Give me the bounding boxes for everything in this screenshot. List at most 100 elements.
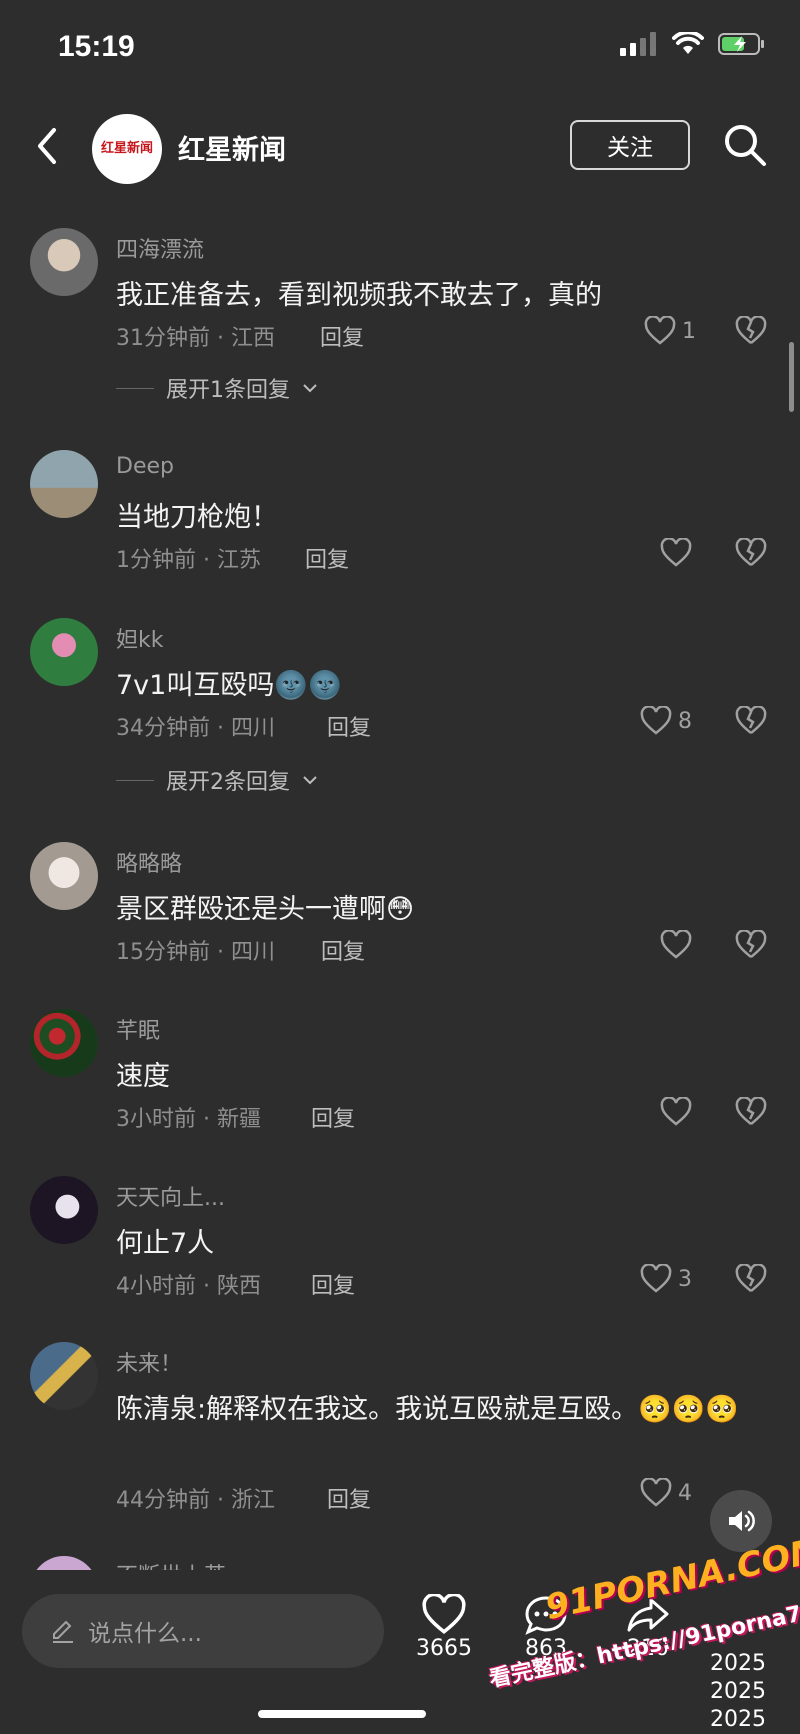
date-line: 2025 bbox=[710, 1679, 766, 1704]
comment-meta: 3小时前 · 新疆 bbox=[116, 1107, 261, 1132]
comment-input[interactable]: 说点什么... bbox=[22, 1594, 384, 1668]
comment-username[interactable]: 略略略 bbox=[116, 846, 182, 878]
reply-button[interactable]: 回复 bbox=[321, 934, 365, 966]
broken-heart-icon[interactable] bbox=[735, 316, 767, 346]
comment-meta: 4小时前 · 陕西 bbox=[116, 1274, 261, 1299]
channel-name[interactable]: 红星新闻 bbox=[178, 128, 286, 167]
channel-avatar[interactable]: 红星新闻 bbox=[92, 114, 162, 184]
shares-count: 210 bbox=[627, 1636, 669, 1661]
date-line: 2025 bbox=[710, 1651, 766, 1676]
comment-item: 芊眠 速度 3小时前 · 新疆 回复 bbox=[0, 1009, 800, 1139]
broken-heart-icon[interactable] bbox=[735, 1264, 767, 1294]
like-count: 4 bbox=[678, 1480, 692, 1506]
like-button[interactable] bbox=[660, 930, 692, 960]
emoji: 🌚 bbox=[307, 670, 342, 701]
status-icons bbox=[620, 32, 766, 56]
like-count: 3 bbox=[678, 1266, 692, 1292]
comment-text: 速度 bbox=[116, 1061, 170, 1092]
broken-heart-icon[interactable] bbox=[735, 706, 767, 736]
reply-button[interactable]: 回复 bbox=[320, 320, 364, 352]
reply-button[interactable]: 回复 bbox=[305, 542, 349, 574]
broken-heart-icon[interactable] bbox=[735, 1097, 767, 1127]
comment-text: 7v1叫互殴吗🌚🌚 bbox=[116, 670, 342, 701]
reply-button[interactable]: 回复 bbox=[311, 1268, 355, 1300]
emoji: 🌚 bbox=[274, 670, 308, 701]
home-indicator[interactable] bbox=[258, 1710, 426, 1718]
like-button[interactable]: 8 bbox=[640, 706, 692, 736]
battery-charging-icon bbox=[718, 33, 764, 55]
comment-username[interactable]: 未来！ bbox=[116, 1346, 182, 1378]
avatar[interactable] bbox=[30, 618, 98, 686]
divider bbox=[116, 387, 154, 389]
broken-heart-icon[interactable] bbox=[735, 930, 767, 960]
bottom-bar: 说点什么... 3665 863 210 2025 2025 2025 bbox=[0, 1570, 800, 1734]
share-arrow-icon bbox=[627, 1598, 669, 1632]
comment-username[interactable]: 妲kk bbox=[116, 622, 163, 654]
comment-item: 未来！ 陈清泉:解释权在我这。我说互殴就是互殴。🥺🥺🥺 44分钟前 · 浙江 回… bbox=[0, 1342, 800, 1532]
comment-meta: 31分钟前 · 江西 bbox=[116, 326, 275, 351]
like-action[interactable]: 3665 bbox=[404, 1594, 484, 1661]
chevron-left-icon[interactable] bbox=[28, 122, 68, 170]
emoji: 🥺 bbox=[705, 1394, 739, 1425]
comment-text: 景区群殴还是头一遭啊😳 bbox=[116, 894, 415, 925]
date-line: 2025 bbox=[710, 1707, 766, 1732]
comment-username[interactable]: 芊眠 bbox=[116, 1013, 160, 1045]
comment-text: 何止7人 bbox=[116, 1228, 215, 1259]
chevron-down-icon bbox=[303, 384, 317, 393]
search-icon[interactable] bbox=[722, 122, 768, 168]
comment-item: 略略略 景区群殴还是头一遭啊😳 15分钟前 · 四川 回复 bbox=[0, 842, 800, 972]
like-button[interactable]: 3 bbox=[640, 1264, 692, 1294]
expand-replies[interactable]: 展开2条回复 bbox=[116, 764, 318, 796]
like-button[interactable] bbox=[660, 1097, 692, 1127]
signal-icon bbox=[620, 32, 656, 56]
broken-heart-icon[interactable] bbox=[735, 538, 767, 568]
comment-username[interactable]: 四海漂流 bbox=[116, 232, 204, 264]
emoji: 😳 bbox=[386, 894, 415, 925]
like-button[interactable] bbox=[660, 538, 692, 568]
comment-item: Deep 当地刀枪炮！ 1分钟前 · 江苏 回复 bbox=[0, 450, 800, 580]
avatar[interactable] bbox=[30, 450, 98, 518]
avatar[interactable] bbox=[30, 1342, 98, 1410]
pencil-icon bbox=[53, 1620, 73, 1643]
avatar[interactable] bbox=[30, 1176, 98, 1244]
share-action[interactable]: 210 bbox=[608, 1594, 688, 1661]
follow-button[interactable]: 关注 bbox=[570, 120, 690, 170]
speaker-icon bbox=[729, 1510, 755, 1532]
comment-meta: 34分钟前 · 四川 bbox=[116, 716, 275, 741]
comment-username[interactable]: Deep bbox=[116, 454, 174, 479]
wifi-icon bbox=[672, 32, 704, 54]
heart-icon bbox=[660, 1097, 692, 1126]
like-button[interactable]: 1 bbox=[644, 316, 696, 346]
channel-logo-text: 红星新闻 bbox=[100, 141, 153, 156]
comment-username[interactable]: 天天向上... bbox=[116, 1180, 225, 1212]
reply-button[interactable]: 回复 bbox=[327, 1482, 371, 1514]
avatar[interactable] bbox=[30, 1009, 98, 1077]
comment-item: 妲kk 7v1叫互殴吗🌚🌚 34分钟前 · 四川 回复 8 展开2条回复 bbox=[0, 618, 800, 798]
emoji: 🥺 bbox=[638, 1394, 672, 1425]
emoji: 🥺 bbox=[671, 1394, 706, 1425]
reply-button[interactable]: 回复 bbox=[311, 1101, 355, 1133]
chevron-down-icon bbox=[303, 776, 317, 785]
heart-icon bbox=[660, 930, 692, 959]
comment-action[interactable]: 863 bbox=[506, 1594, 586, 1661]
comment-item: 四海漂流 我正准备去，看到视频我不敢去了，真的 31分钟前 · 江西 回复 1 … bbox=[0, 228, 800, 408]
heart-icon bbox=[640, 1478, 672, 1507]
heart-icon bbox=[640, 1264, 672, 1293]
reply-button[interactable]: 回复 bbox=[327, 710, 371, 742]
date-stamp: 2025 2025 2025 bbox=[710, 1650, 766, 1734]
header: 红星新闻 红星新闻 关注 bbox=[0, 100, 800, 210]
comment-meta: 15分钟前 · 四川 bbox=[116, 940, 275, 965]
divider bbox=[116, 779, 154, 781]
comments-count: 863 bbox=[525, 1636, 567, 1661]
avatar[interactable] bbox=[30, 228, 98, 296]
avatar[interactable] bbox=[30, 842, 98, 910]
like-button[interactable]: 4 bbox=[640, 1478, 692, 1508]
heart-icon bbox=[644, 316, 676, 345]
expand-replies[interactable]: 展开1条回复 bbox=[116, 372, 318, 404]
expand-replies-label: 展开1条回复 bbox=[166, 378, 290, 403]
like-count: 1 bbox=[682, 318, 696, 344]
comment-bubble-icon bbox=[525, 1596, 567, 1635]
status-time: 15:19 bbox=[58, 30, 135, 63]
comment-text: 当地刀枪炮！ bbox=[116, 502, 278, 533]
sound-button[interactable] bbox=[710, 1490, 772, 1552]
